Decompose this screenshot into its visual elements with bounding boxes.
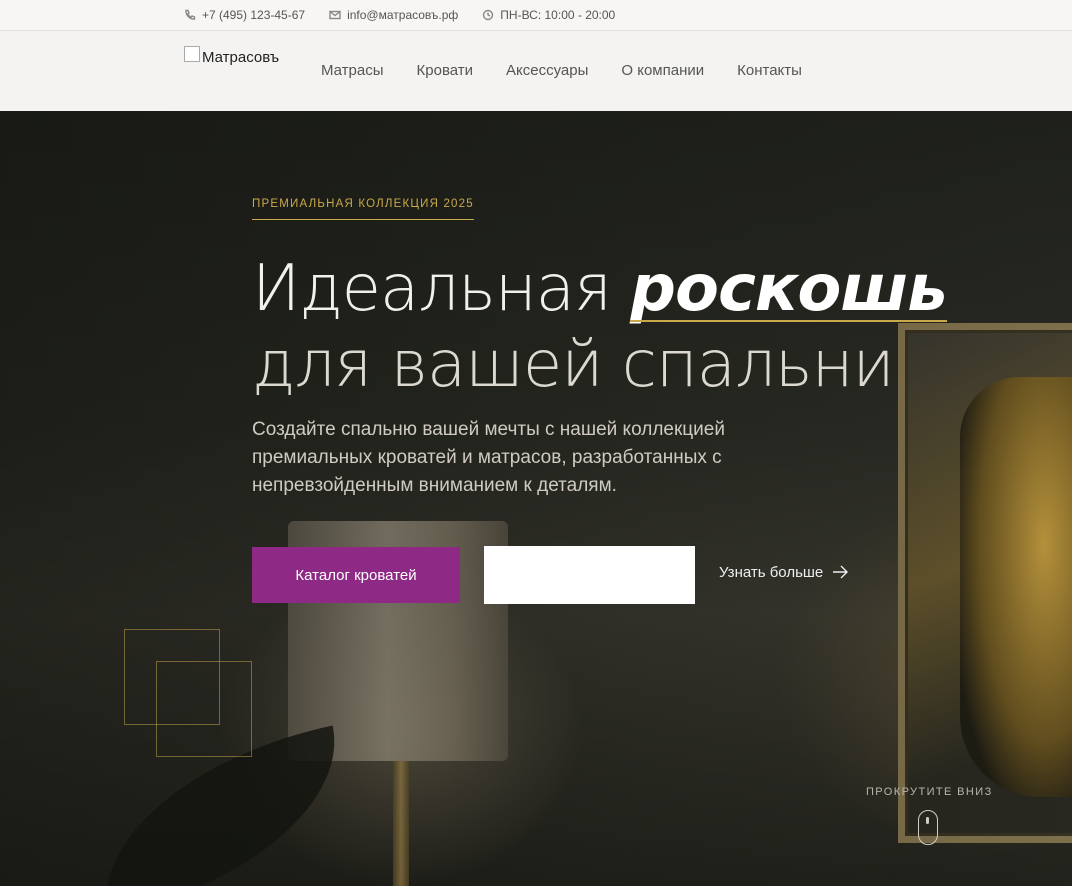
phone-text: +7 (495) 123-45-67	[202, 8, 306, 22]
mouse-icon[interactable]	[918, 810, 938, 845]
hero-title-plain: Идеальная	[252, 252, 631, 326]
mail-icon	[329, 10, 341, 20]
clock-icon	[483, 9, 494, 21]
menu-item-about[interactable]: О компании	[621, 62, 704, 79]
main-header: Матрасовъ Матрасы Кровати Аксессуары О к…	[0, 31, 1072, 111]
hero-title-line2: для вашей спальни	[252, 328, 895, 402]
topbar-hours: ПН-ВС: 10:00 - 20:00	[482, 8, 615, 22]
hero-eyebrow: ПРЕМИАЛЬНАЯ КОЛЛЕКЦИЯ 2025	[252, 198, 474, 220]
logo-alt-text: Матрасовъ	[202, 49, 280, 66]
menu-item-contacts[interactable]: Контакты	[737, 62, 802, 79]
email-text: info@матрасовъ.рф	[347, 8, 459, 22]
learn-more-link[interactable]: Узнать больше	[719, 563, 849, 581]
arrow-right-icon	[833, 565, 849, 579]
menu-item-accessories[interactable]: Аксессуары	[506, 62, 588, 79]
topbar-phone[interactable]: +7 (495) 123-45-67	[184, 8, 305, 22]
hero-section: ПРЕМИАЛЬНАЯ КОЛЛЕКЦИЯ 2025 Идеальная рос…	[0, 111, 1072, 886]
decor-square-2	[156, 661, 252, 757]
scroll-hint-label: ПРОКРУТИТЕ ВНИЗ	[866, 786, 993, 798]
menu-item-beds[interactable]: Кровати	[417, 62, 473, 79]
hours-text: ПН-ВС: 10:00 - 20:00	[500, 8, 616, 22]
hero-title-line1: Идеальная роскошь	[252, 251, 948, 327]
hero-title-accent: роскошь	[630, 252, 948, 326]
hero-title: Идеальная роскошь для вашей спальни	[252, 251, 948, 403]
topbar: +7 (495) 123-45-67 info@матрасовъ.рф ПН-…	[0, 0, 1072, 31]
menu-item-mattresses[interactable]: Матрасы	[321, 62, 384, 79]
catalog-beds-button[interactable]: Каталог кроватей	[252, 547, 460, 603]
secondary-button[interactable]	[484, 546, 695, 604]
learn-more-label: Узнать больше	[719, 563, 824, 581]
main-menu: Матрасы Кровати Аксессуары О компании Ко…	[321, 62, 802, 79]
phone-icon	[185, 9, 196, 20]
topbar-email[interactable]: info@матрасовъ.рф	[329, 8, 458, 22]
broken-image-icon	[184, 45, 200, 62]
hero-lead: Создайте спальню вашей мечты с нашей кол…	[252, 419, 725, 496]
site-logo[interactable]: Матрасовъ	[184, 45, 280, 66]
